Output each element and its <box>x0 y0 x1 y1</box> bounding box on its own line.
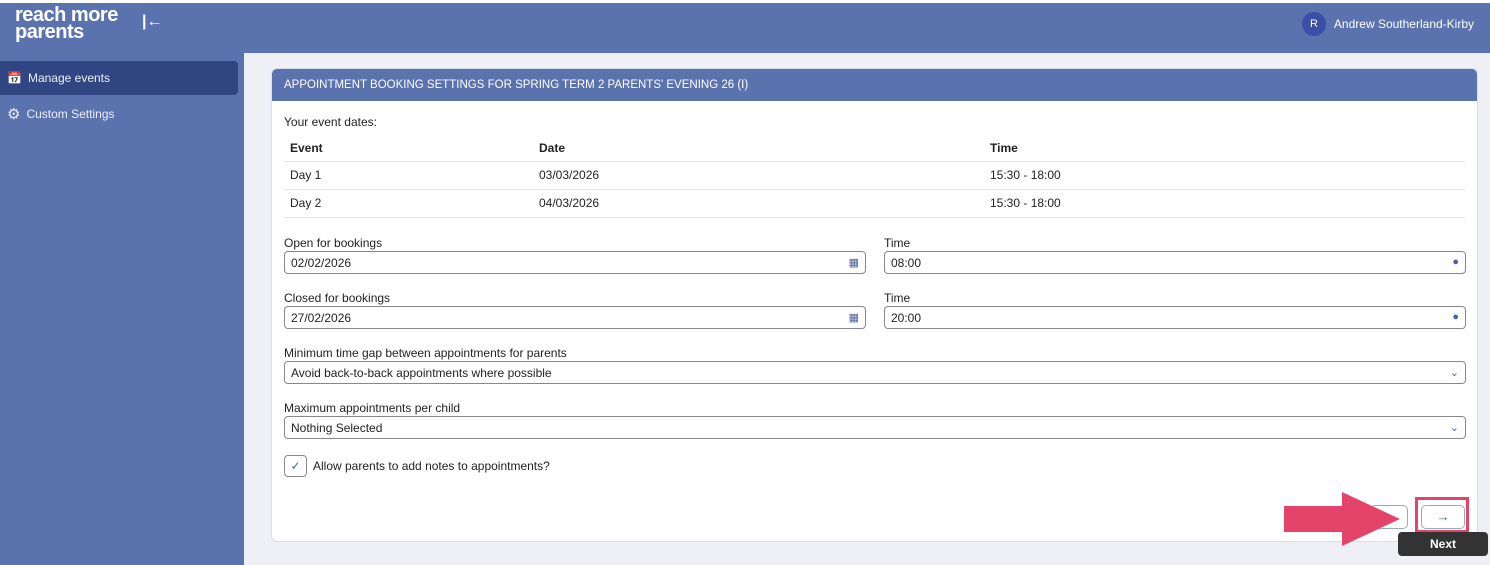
close-time-label: Time <box>884 291 911 305</box>
cell: 03/03/2026 <box>533 161 984 190</box>
cell: Day 1 <box>284 161 533 190</box>
next-tooltip: Next <box>1398 532 1488 556</box>
header: reach more parents |← R Andrew Southerlan… <box>0 3 1490 53</box>
annotation-arrow-icon <box>1284 492 1400 546</box>
max-select[interactable]: Nothing Selected ⌄ <box>284 416 1466 439</box>
sidebar-item-label: Custom Settings <box>26 107 115 121</box>
open-label: Open for bookings <box>284 236 383 250</box>
gap-select[interactable]: Avoid back-to-back appointments where po… <box>284 361 1466 384</box>
close-time-value: 20:00 <box>891 311 922 325</box>
col-date: Date <box>533 135 984 162</box>
close-label: Closed for bookings <box>284 291 391 305</box>
open-date-input[interactable]: 02/02/2026 ▦ <box>284 251 866 274</box>
logo[interactable]: reach more parents <box>15 5 118 43</box>
clock-icon[interactable]: ● <box>1452 311 1459 323</box>
notes-label: Allow parents to add notes to appointmen… <box>313 459 550 473</box>
sidebar-item-custom-settings[interactable]: ⚙ Custom Settings <box>0 97 238 131</box>
gap-label: Minimum time gap between appointments fo… <box>284 346 567 360</box>
avatar: R <box>1301 12 1326 36</box>
cell: 15:30 - 18:00 <box>984 189 1465 218</box>
event-dates-table: Event Date Time Day 1 03/03/2026 15:30 - 18:… <box>284 135 1465 218</box>
close-date-value: 27/02/2026 <box>291 311 352 325</box>
col-event: Event <box>284 135 533 162</box>
user-menu[interactable]: R Andrew Southerland-Kirby <box>1301 12 1474 36</box>
cell: 15:30 - 18:00 <box>984 161 1465 190</box>
annotation-highlight <box>1415 497 1469 533</box>
open-time-value: 08:00 <box>891 256 922 270</box>
clock-icon[interactable]: ● <box>1452 256 1459 268</box>
max-value: Nothing Selected <box>291 421 383 435</box>
card-title: APPOINTMENT BOOKING SETTINGS FOR SPRING … <box>272 69 1477 101</box>
notes-checkbox[interactable]: ✓ <box>284 455 307 477</box>
max-label: Maximum appointments per child <box>284 401 461 415</box>
sidebar: 📅 Manage events ⚙ Custom Settings <box>0 53 244 565</box>
logo-line2: parents <box>15 21 84 43</box>
event-dates-label: Your event dates: <box>284 115 377 129</box>
calendar-icon[interactable]: ▦ <box>849 311 859 324</box>
col-time: Time <box>984 135 1465 162</box>
settings-card: APPOINTMENT BOOKING SETTINGS FOR SPRING … <box>271 68 1478 542</box>
table-header: Event Date Time <box>284 135 1465 162</box>
collapse-left-icon[interactable]: |← <box>142 13 162 31</box>
open-date-value: 02/02/2026 <box>291 256 352 270</box>
gap-value: Avoid back-to-back appointments where po… <box>291 366 552 380</box>
user-name: Andrew Southerland-Kirby <box>1333 17 1474 31</box>
cell: 04/03/2026 <box>533 189 984 218</box>
close-time-input[interactable]: 20:00 ● <box>884 306 1466 329</box>
open-time-label: Time <box>884 236 911 250</box>
table-row: Day 1 03/03/2026 15:30 - 18:00 <box>284 161 1465 190</box>
calendar-check-icon: 📅 <box>7 71 22 85</box>
calendar-icon[interactable]: ▦ <box>849 256 859 269</box>
sidebar-item-manage-events[interactable]: 📅 Manage events <box>0 61 238 95</box>
table-row: Day 2 04/03/2026 15:30 - 18:00 <box>284 189 1465 218</box>
open-time-input[interactable]: 08:00 ● <box>884 251 1466 274</box>
chevron-down-icon: ⌄ <box>1449 422 1459 434</box>
sidebar-item-label: Manage events <box>27 71 111 85</box>
gear-icon: ⚙ <box>7 106 21 123</box>
close-date-input[interactable]: 27/02/2026 ▦ <box>284 306 866 329</box>
chevron-down-icon: ⌄ <box>1449 367 1459 379</box>
cell: Day 2 <box>284 189 533 218</box>
